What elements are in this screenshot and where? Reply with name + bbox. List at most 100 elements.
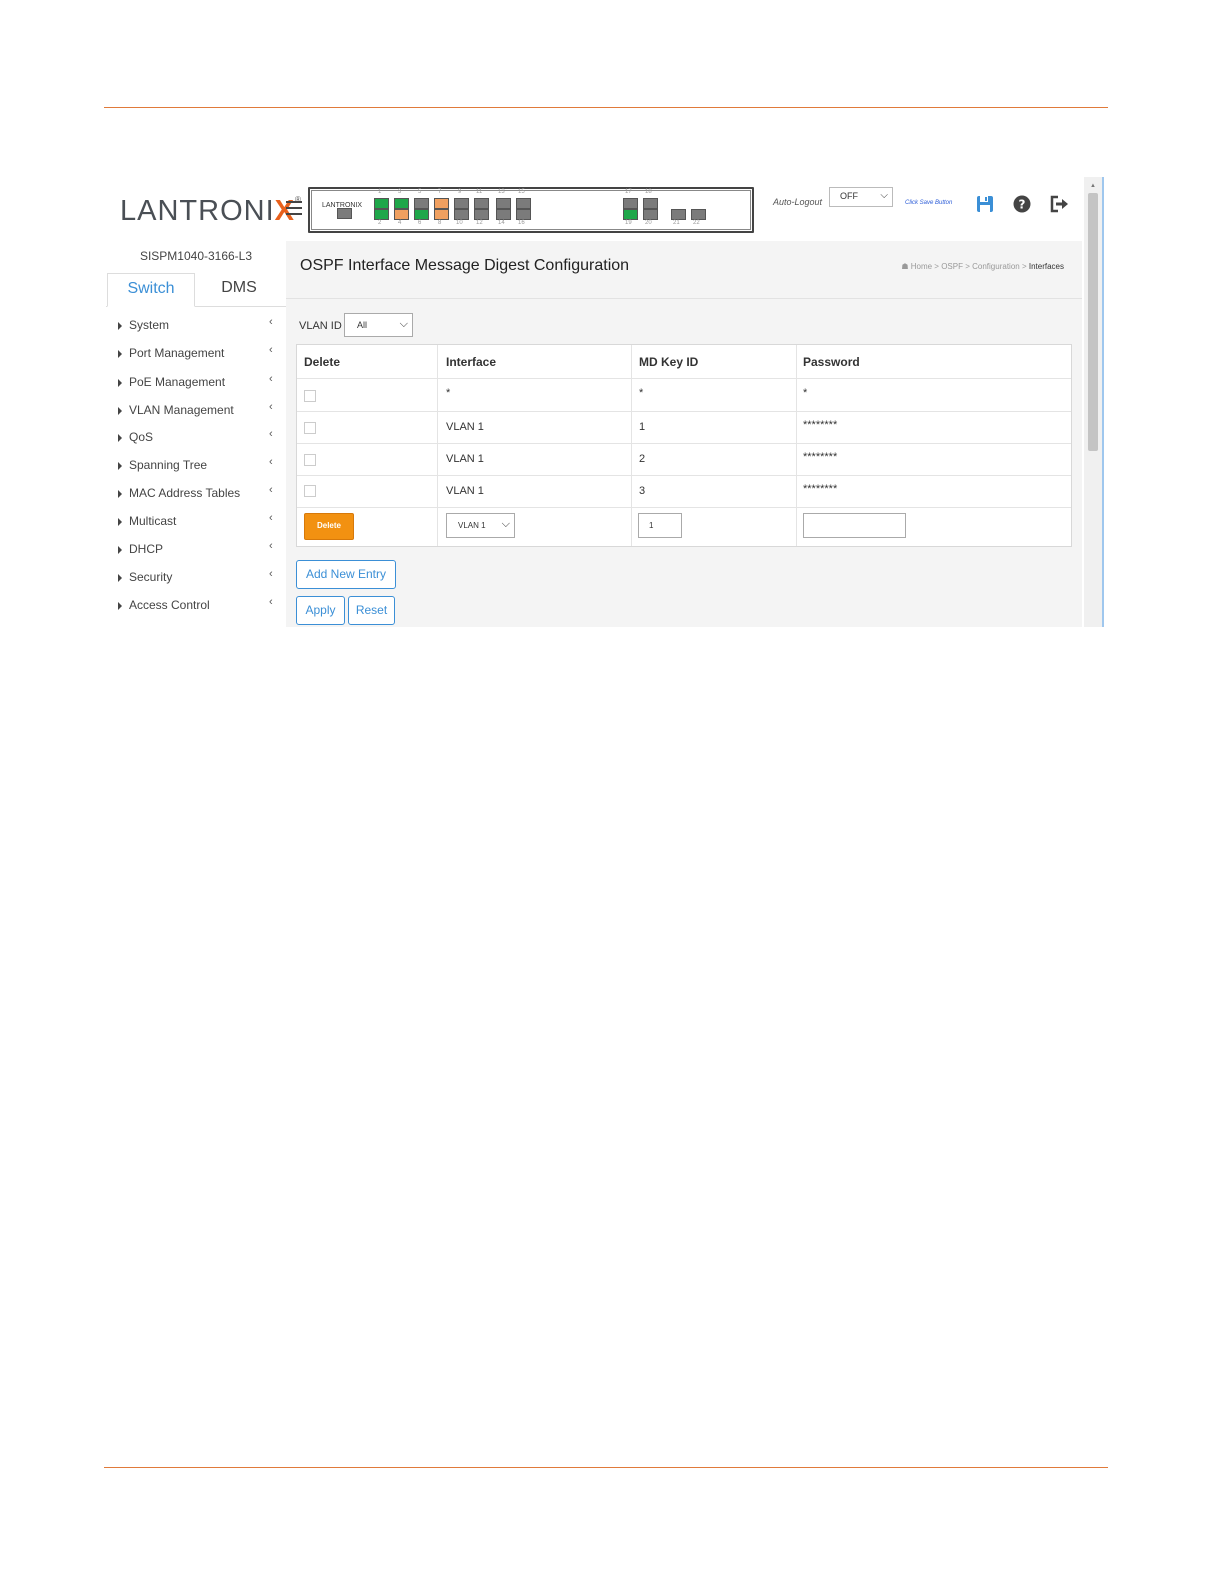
port-8[interactable] bbox=[434, 209, 449, 220]
port-number: 1 bbox=[378, 189, 382, 195]
port-4[interactable] bbox=[394, 209, 409, 220]
sidebar-item-multicast[interactable]: Multicast ‹ bbox=[106, 512, 286, 537]
auto-logout-select[interactable]: OFF ⌵ bbox=[829, 187, 893, 207]
port-9[interactable] bbox=[454, 198, 469, 209]
port-number: 11 bbox=[476, 189, 483, 195]
sidebar-item-port-management[interactable]: Port Management ‹ bbox=[106, 344, 286, 369]
sidebar: SISPM1040-3166-L3 Switch DMS System ‹ Por… bbox=[106, 241, 286, 627]
port-2[interactable] bbox=[374, 209, 389, 220]
breadcrumb-item[interactable]: OSPF bbox=[941, 262, 963, 271]
home-icon: ☗ bbox=[901, 262, 909, 271]
sidebar-item-system[interactable]: System ‹ bbox=[106, 316, 286, 341]
sidebar-item-label: System bbox=[129, 318, 170, 332]
sidebar-item-label: Security bbox=[129, 570, 173, 584]
column-header-delete: Delete bbox=[304, 355, 341, 369]
add-new-entry-button[interactable]: Add New Entry bbox=[296, 560, 396, 589]
chevron-left-icon: ‹ bbox=[269, 484, 273, 496]
sidebar-item-label: Multicast bbox=[129, 514, 177, 528]
port-5[interactable] bbox=[414, 198, 429, 209]
save-hint: Click Save Button bbox=[905, 200, 953, 206]
port-number: 2 bbox=[378, 220, 382, 226]
chevron-left-icon: ‹ bbox=[269, 316, 273, 328]
port-14[interactable] bbox=[496, 209, 511, 220]
port-13[interactable] bbox=[496, 198, 511, 209]
port-21[interactable] bbox=[671, 209, 686, 220]
port-20[interactable] bbox=[643, 209, 658, 220]
chevron-left-icon: ‹ bbox=[269, 428, 273, 440]
port-3[interactable] bbox=[394, 198, 409, 209]
breadcrumb-home[interactable]: Home bbox=[911, 262, 932, 271]
interface-cell: * bbox=[446, 387, 451, 399]
port-18[interactable] bbox=[643, 198, 658, 209]
sidebar-item-security[interactable]: Security ‹ bbox=[106, 568, 286, 593]
breadcrumb-item[interactable]: Configuration bbox=[972, 262, 1020, 271]
main-content: OSPF Interface Message Digest Configurat… bbox=[286, 241, 1082, 627]
tab-dms[interactable]: DMS bbox=[196, 273, 282, 305]
port-17[interactable] bbox=[623, 198, 638, 209]
key-id-cell: 1 bbox=[639, 421, 646, 433]
scroll-up-icon[interactable]: ▲ bbox=[1090, 183, 1096, 189]
vlan-id-select[interactable]: All ⌵ bbox=[344, 313, 413, 337]
vertical-scrollbar[interactable]: ▲ bbox=[1084, 177, 1104, 627]
caret-right-icon bbox=[118, 462, 122, 470]
delete-checkbox[interactable] bbox=[304, 422, 316, 434]
port-number: 21 bbox=[673, 220, 680, 226]
apply-button[interactable]: Apply bbox=[296, 596, 345, 625]
tab-switch[interactable]: Switch bbox=[107, 273, 195, 307]
port-number: 17 bbox=[625, 189, 632, 195]
scrollbar-thumb[interactable] bbox=[1088, 193, 1098, 451]
caret-right-icon bbox=[118, 350, 122, 358]
reset-button[interactable]: Reset bbox=[348, 596, 395, 625]
port-19[interactable] bbox=[623, 209, 638, 220]
lantronix-logo: LANTRONIX® bbox=[120, 195, 302, 227]
sidebar-item-dhcp[interactable]: DHCP ‹ bbox=[106, 540, 286, 565]
menu-toggle-icon[interactable] bbox=[286, 201, 302, 215]
port-number: 22 bbox=[693, 220, 700, 226]
delete-checkbox[interactable] bbox=[304, 454, 316, 466]
delete-button[interactable]: Delete bbox=[304, 513, 354, 540]
port-22[interactable] bbox=[691, 209, 706, 220]
save-icon[interactable] bbox=[976, 195, 994, 213]
port-16[interactable] bbox=[516, 209, 531, 220]
interface-cell: VLAN 1 bbox=[446, 485, 484, 497]
password-cell: * bbox=[803, 387, 808, 399]
port-number: 6 bbox=[418, 220, 422, 226]
chevron-left-icon: ‹ bbox=[269, 344, 273, 356]
sidebar-item-poe-management[interactable]: PoE Management ‹ bbox=[106, 373, 286, 398]
sidebar-item-vlan-management[interactable]: VLAN Management ‹ bbox=[106, 401, 286, 426]
column-header-password: Password bbox=[803, 355, 860, 369]
port-15[interactable] bbox=[516, 198, 531, 209]
caret-right-icon bbox=[118, 379, 122, 387]
switch-port-panel: LANTRONIX 1 3 5 7 9 11 13 15 17 18 2 4 6… bbox=[308, 187, 754, 233]
sidebar-item-access-control[interactable]: Access Control ‹ bbox=[106, 596, 286, 621]
delete-checkbox[interactable] bbox=[304, 485, 316, 497]
caret-right-icon bbox=[118, 546, 122, 554]
port-6[interactable] bbox=[414, 209, 429, 220]
breadcrumb-current: Interfaces bbox=[1028, 262, 1064, 271]
vlan-id-value: All bbox=[357, 320, 368, 330]
auto-logout-label: Auto-Logout bbox=[773, 197, 823, 207]
port-1[interactable] bbox=[374, 198, 389, 209]
password-cell: ******** bbox=[803, 419, 838, 431]
delete-checkbox[interactable] bbox=[304, 390, 316, 402]
sidebar-item-label: PoE Management bbox=[129, 375, 226, 389]
help-icon[interactable]: ? bbox=[1013, 195, 1031, 213]
caret-right-icon bbox=[118, 407, 122, 415]
logout-icon[interactable] bbox=[1049, 195, 1069, 213]
md-key-id-input[interactable]: 1 bbox=[638, 513, 682, 538]
sidebar-item-mac-address-tables[interactable]: MAC Address Tables ‹ bbox=[106, 484, 286, 509]
sidebar-item-spanning-tree[interactable]: Spanning Tree ‹ bbox=[106, 456, 286, 481]
interface-select[interactable]: VLAN 1 ⌵ bbox=[446, 513, 515, 538]
port-number: 3 bbox=[398, 189, 402, 195]
chevron-left-icon: ‹ bbox=[269, 373, 273, 385]
port-mgmt[interactable] bbox=[337, 208, 352, 219]
port-7[interactable] bbox=[434, 198, 449, 209]
port-11[interactable] bbox=[474, 198, 489, 209]
sidebar-item-qos[interactable]: QoS ‹ bbox=[106, 428, 286, 453]
password-input[interactable] bbox=[803, 513, 906, 538]
sidebar-item-label: MAC Address Tables bbox=[129, 486, 241, 500]
port-10[interactable] bbox=[454, 209, 469, 220]
port-12[interactable] bbox=[474, 209, 489, 220]
port-number: 12 bbox=[476, 220, 483, 226]
caret-right-icon bbox=[118, 434, 122, 442]
